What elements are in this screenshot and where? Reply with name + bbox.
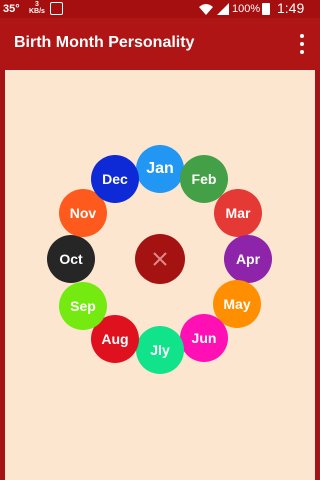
temperature-text: 35°: [3, 3, 20, 15]
app-notification-icon: [50, 2, 63, 15]
battery-icon: [262, 3, 270, 15]
month-button-dec[interactable]: Dec: [91, 155, 139, 203]
network-speed: 3 KB/s: [29, 1, 45, 15]
close-icon: [153, 252, 167, 266]
close-button[interactable]: [135, 234, 185, 284]
month-button-jun[interactable]: Jun: [180, 314, 228, 362]
app-bar: Birth Month Personality: [0, 18, 320, 70]
network-speed-value: 3: [35, 1, 39, 8]
battery-percent: 100%: [232, 3, 261, 15]
wifi-icon: [199, 4, 213, 15]
month-button-jly[interactable]: Jly: [136, 326, 184, 374]
signal-icon: [217, 3, 229, 15]
app-title: Birth Month Personality: [14, 34, 195, 51]
month-button-apr[interactable]: Apr: [224, 235, 272, 283]
month-button-sep[interactable]: Sep: [59, 282, 107, 330]
month-button-jan[interactable]: Jan: [136, 145, 184, 193]
overflow-menu-icon[interactable]: [294, 32, 310, 56]
month-button-mar[interactable]: Mar: [214, 189, 262, 237]
network-speed-unit: KB/s: [29, 8, 45, 15]
month-button-oct[interactable]: Oct: [47, 235, 95, 283]
status-bar: 35° 3 KB/s 100% 1:49 p.m.: [0, 0, 320, 29]
